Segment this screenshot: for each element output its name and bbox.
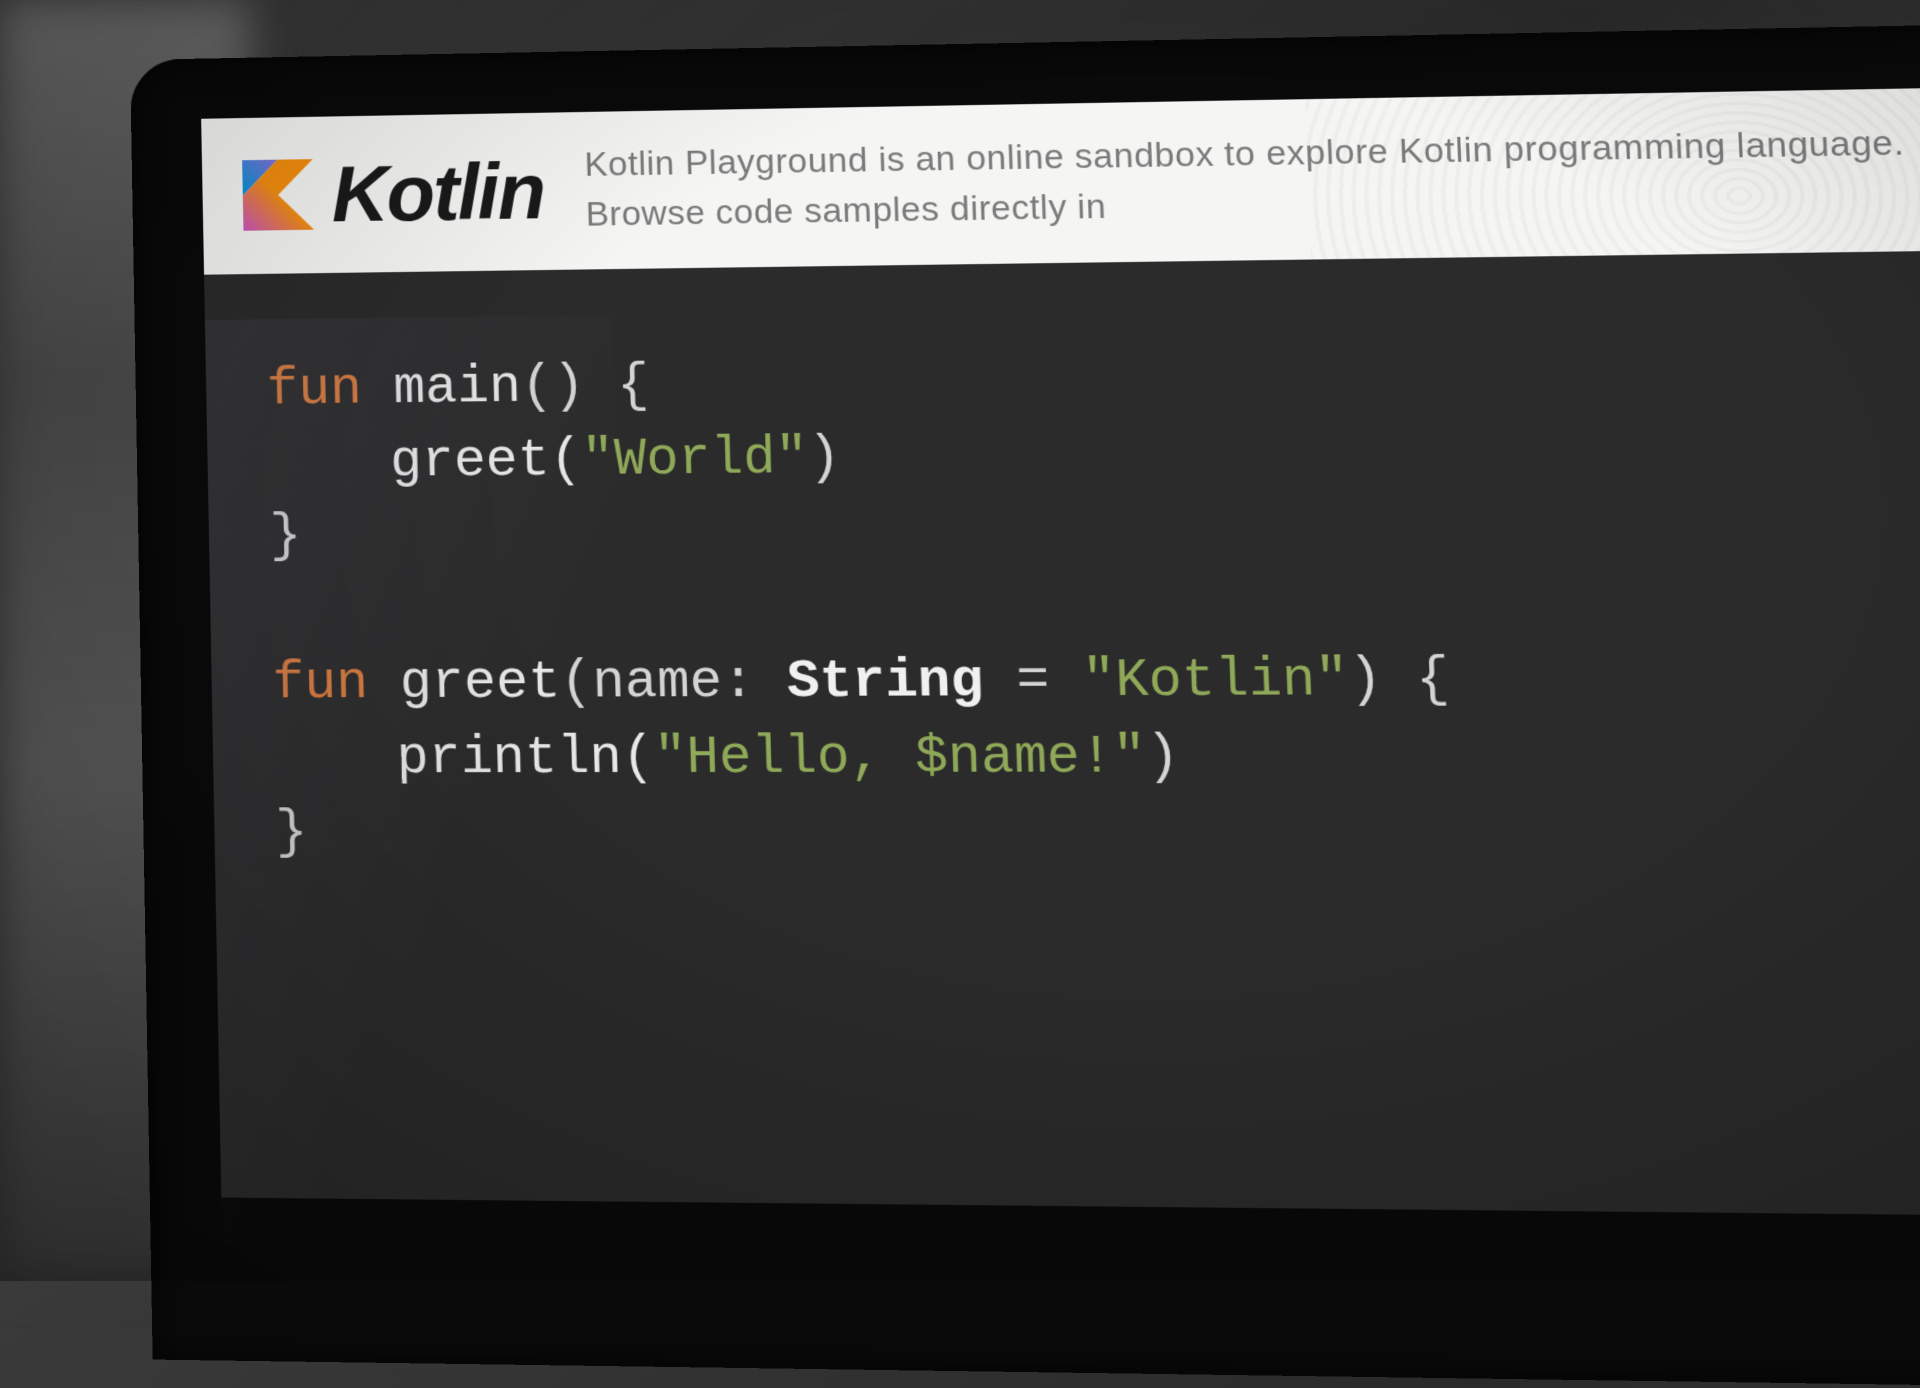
code-token <box>271 580 304 641</box>
code-token: } <box>269 506 302 566</box>
code-line[interactable]: println("Hello, $name!") <box>273 719 1920 795</box>
code-token: ) <box>807 427 841 488</box>
code-token: ) { <box>1348 649 1451 712</box>
kotlin-logo-icon <box>242 159 314 231</box>
page-header: Kotlin Kotlin Playground is an online sa… <box>201 86 1920 275</box>
brand-logo[interactable]: Kotlin <box>242 145 545 242</box>
code-token: () { <box>520 355 650 417</box>
code-line[interactable] <box>270 564 1920 646</box>
code-token: } <box>275 802 308 863</box>
code-token: (name: <box>560 652 788 714</box>
code-token: String <box>786 651 984 713</box>
code-token: fun <box>272 653 401 714</box>
code-token: fun <box>266 358 394 419</box>
code-token: println( <box>396 727 655 788</box>
code-token: "World" <box>581 428 809 491</box>
code-line[interactable]: fun main() { <box>266 334 1920 426</box>
code-token: ) <box>1145 726 1180 788</box>
code-editor[interactable]: fun main() {greet("World")} fun greet(na… <box>204 249 1920 1217</box>
code-line[interactable]: greet("World") <box>268 410 1920 499</box>
code-token: "Hello, $name!" <box>653 726 1147 788</box>
code-line[interactable]: } <box>275 796 1920 872</box>
code-line[interactable]: fun greet(name: String = "Kotlin") { <box>272 641 1920 720</box>
screen: Kotlin Kotlin Playground is an online sa… <box>201 86 1920 1388</box>
code-token: "Kotlin" <box>1081 649 1350 712</box>
code-line[interactable]: } <box>269 487 1920 572</box>
code-token: greet <box>399 652 561 713</box>
code-token: greet( <box>390 430 583 492</box>
code-token: = <box>983 650 1084 712</box>
device-bezel: Kotlin Kotlin Playground is an online sa… <box>130 23 1920 1388</box>
header-description: Kotlin Playground is an online sandbox t… <box>584 116 1920 241</box>
code-token: main <box>393 357 522 419</box>
brand-name: Kotlin <box>331 145 546 240</box>
